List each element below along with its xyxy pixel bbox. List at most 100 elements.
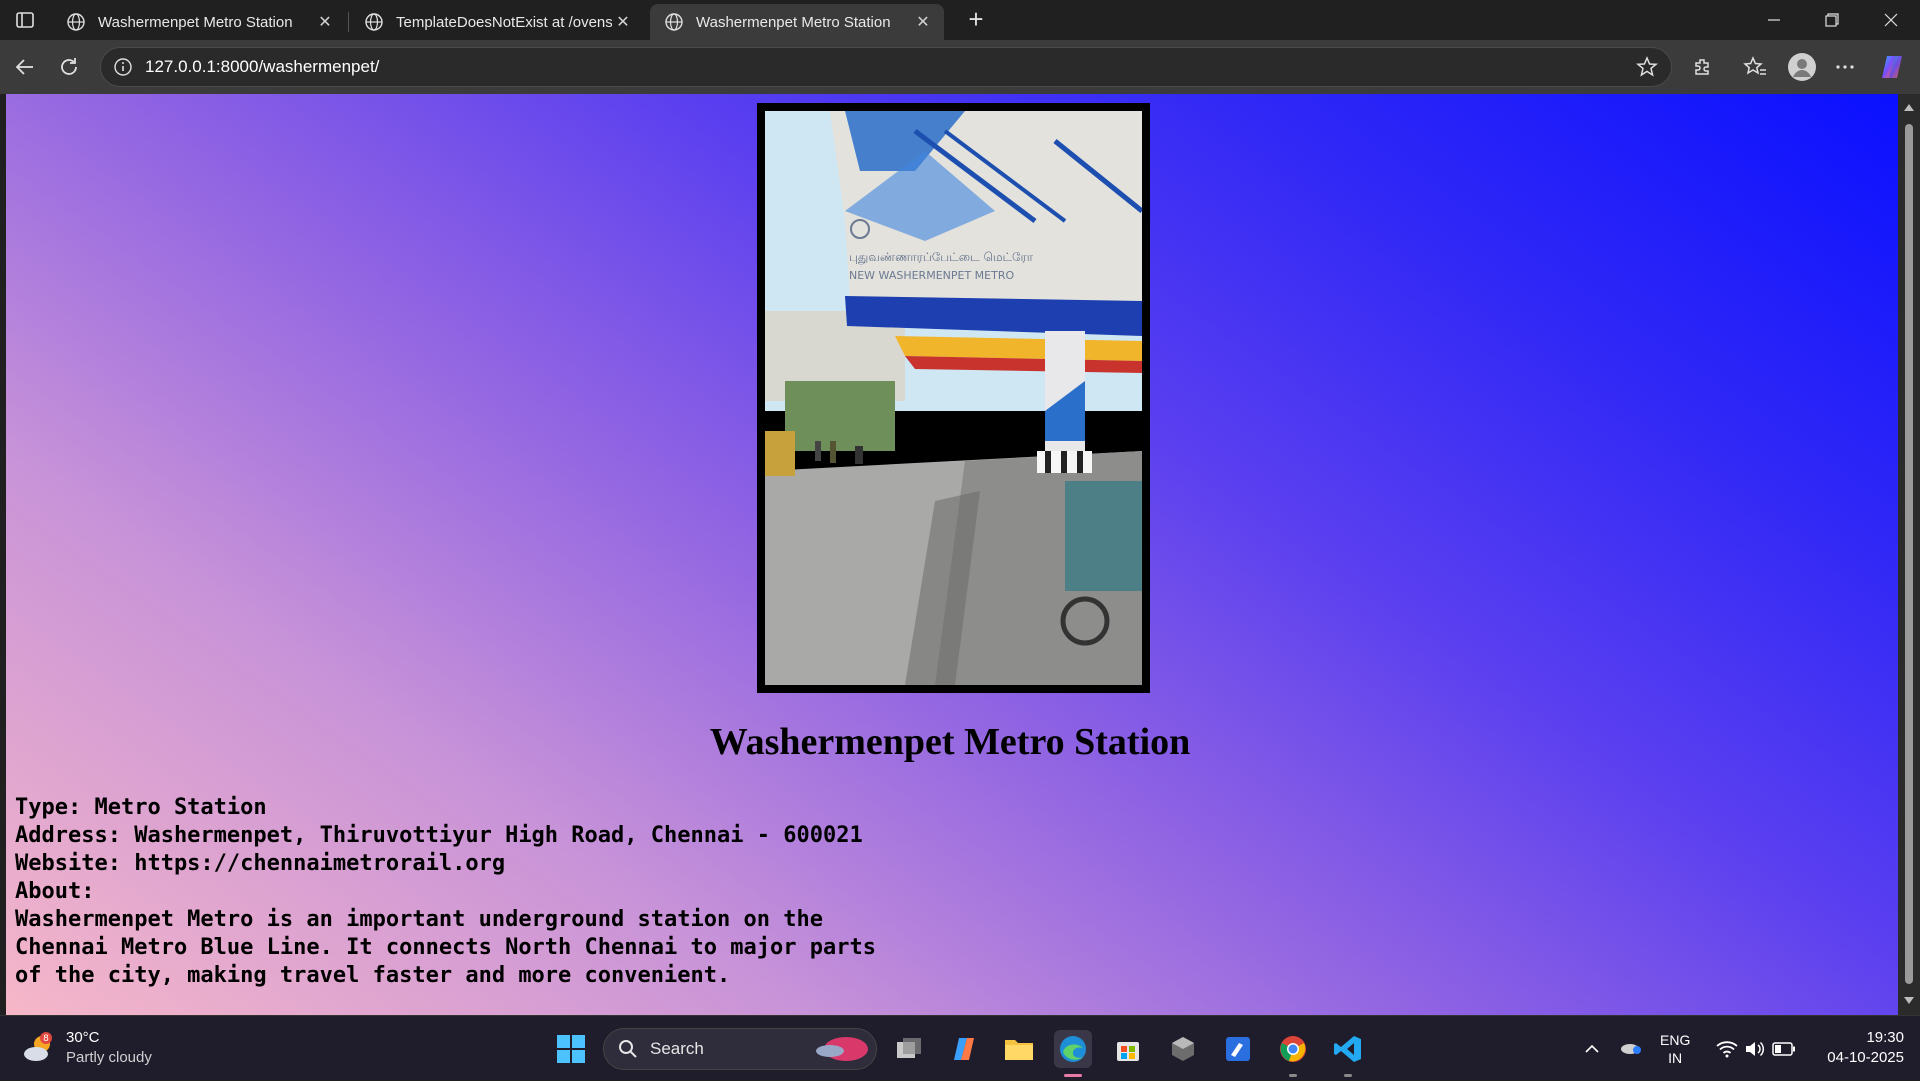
file-explorer-button[interactable] xyxy=(1000,1030,1038,1068)
station-sign-english: NEW WASHERMENPET METRO xyxy=(849,269,1014,282)
tab-separator xyxy=(348,12,349,32)
task-view-icon xyxy=(897,1038,921,1058)
close-icon[interactable]: ✕ xyxy=(612,11,634,33)
weather-temp: 30°C xyxy=(66,1029,100,1046)
extensions-button[interactable] xyxy=(1688,52,1718,82)
wifi-icon xyxy=(1716,1040,1738,1057)
globe-icon xyxy=(665,13,683,31)
favorites-button[interactable] xyxy=(1740,52,1770,82)
quick-settings[interactable] xyxy=(1716,1016,1796,1081)
pen-app-icon xyxy=(1226,1037,1250,1061)
close-icon[interactable]: ✕ xyxy=(912,11,934,33)
star-icon[interactable] xyxy=(1635,55,1659,79)
weather-widget[interactable]: 8 30°C Partly cloudy xyxy=(22,1028,152,1068)
app-icon xyxy=(1172,1037,1194,1061)
clock[interactable]: 19:30 04-10-2025 xyxy=(1810,1028,1904,1068)
edge-icon xyxy=(1060,1036,1086,1062)
cloud-icon[interactable] xyxy=(1620,1039,1642,1058)
back-icon xyxy=(15,59,33,75)
scroll-thumb[interactable] xyxy=(1905,124,1913,984)
scroll-up-icon[interactable] xyxy=(1903,102,1915,114)
task-view-button[interactable] xyxy=(890,1030,928,1068)
tab-strip: Washermenpet Metro Station ✕ TemplateDoe… xyxy=(0,0,1920,40)
search-highlight-icon xyxy=(816,1037,868,1061)
weather-badge: 8 xyxy=(43,1034,49,1044)
chrome-running-indicator xyxy=(1289,1074,1297,1077)
vscode-icon xyxy=(1334,1036,1361,1062)
generic-app-button[interactable] xyxy=(1164,1030,1202,1068)
restore-button[interactable] xyxy=(1803,0,1861,40)
weather-icon: 8 xyxy=(24,1032,52,1061)
search-icon xyxy=(619,1040,637,1058)
store-button[interactable] xyxy=(1109,1030,1147,1068)
file-explorer-icon xyxy=(1005,1040,1033,1060)
tab-washermenpet-1[interactable]: Washermenpet Metro Station ✕ xyxy=(52,4,346,40)
system-tray xyxy=(1580,1016,1642,1081)
back-button[interactable] xyxy=(10,52,40,82)
store-icon xyxy=(1117,1042,1139,1061)
address-line: Address: Washermenpet, Thiruvottiyur Hig… xyxy=(15,823,863,848)
minimize-button[interactable] xyxy=(1745,0,1803,40)
edge-active-indicator xyxy=(1064,1074,1082,1077)
vscode-running-indicator xyxy=(1344,1074,1352,1077)
pen-app-button[interactable] xyxy=(1219,1030,1257,1068)
more-icon xyxy=(1836,65,1854,69)
page-scrollbar[interactable] xyxy=(1898,94,1920,1015)
tab-actions-icon[interactable] xyxy=(10,8,40,32)
station-photo-frame: புதுவண்ணாரப்பேட்டை மெட்ரோ NEW WASHERMENP… xyxy=(757,103,1150,693)
reload-button[interactable] xyxy=(54,52,84,82)
windows-start-icon xyxy=(557,1035,585,1063)
start-button[interactable] xyxy=(556,1034,586,1064)
taskbar: 8 30°C Partly cloudy Search ENG IN 19:30… xyxy=(0,1015,1920,1080)
tab-title: Washermenpet Metro Station xyxy=(98,13,293,31)
globe-icon xyxy=(365,13,383,31)
edge-button[interactable] xyxy=(1054,1030,1092,1068)
page-title: Washermenpet Metro Station xyxy=(709,721,1191,763)
lang-top: ENG xyxy=(1660,1031,1691,1048)
clock-time: 19:30 xyxy=(1866,1029,1904,1046)
scroll-down-icon[interactable] xyxy=(1903,994,1915,1006)
lang-bottom: IN xyxy=(1668,1049,1683,1066)
website-line: Website: https://chennaimetrorail.org xyxy=(15,851,506,876)
station-sign-tamil: புதுவண்ணாரப்பேட்டை மெட்ரோ xyxy=(849,250,1034,265)
language-indicator[interactable]: ENG IN xyxy=(1660,1016,1690,1081)
weather-condition: Partly cloudy xyxy=(66,1049,152,1066)
address-text[interactable]: 127.0.0.1:8000/washermenpet/ xyxy=(145,57,1635,77)
profile-button[interactable] xyxy=(1785,50,1819,84)
search-label: Search xyxy=(650,1039,704,1058)
reload-icon xyxy=(61,58,77,75)
station-photo-image: புதுவண்ணாரப்பேட்டை மெட்ரோ NEW WASHERMENP… xyxy=(765,111,1142,685)
info-icon[interactable] xyxy=(113,57,133,77)
battery-icon xyxy=(1772,1041,1795,1056)
globe-icon xyxy=(67,13,85,31)
page-viewport: புதுவண்ணாரப்பேட்டை மெட்ரோ NEW WASHERMENP… xyxy=(6,94,1898,1015)
favorites-icon xyxy=(1743,56,1766,75)
tab-washermenpet-active[interactable]: Washermenpet Metro Station ✕ xyxy=(650,4,944,40)
copilot-button[interactable] xyxy=(1877,52,1907,82)
profile-icon xyxy=(1788,53,1816,81)
close-window-button[interactable] xyxy=(1862,0,1920,40)
about-text: Washermenpet Metro is an important under… xyxy=(15,907,876,988)
station-photo: புதுவண்ணாரப்பேட்டை மெட்ரோ NEW WASHERMENP… xyxy=(765,111,1142,685)
vscode-button[interactable] xyxy=(1329,1030,1367,1068)
tab-template-error[interactable]: TemplateDoesNotExist at /ovenstation/ ✕ xyxy=(350,4,644,40)
tab-title: TemplateDoesNotExist at /ovenstation/ xyxy=(396,13,612,31)
clock-date: 04-10-2025 xyxy=(1827,1049,1904,1066)
new-tab-button[interactable]: + xyxy=(962,6,990,34)
more-button[interactable] xyxy=(1830,52,1860,82)
browser-toolbar: 127.0.0.1:8000/washermenpet/ xyxy=(0,40,1920,94)
station-details: Type: Metro Station Address: Washermenpe… xyxy=(15,794,915,990)
taskbar-search[interactable]: Search xyxy=(603,1028,877,1070)
type-line: Type: Metro Station xyxy=(15,795,267,820)
copilot-app-icon xyxy=(954,1038,974,1060)
chevron-up-icon[interactable] xyxy=(1580,1041,1604,1057)
tab-title: Washermenpet Metro Station xyxy=(696,13,891,31)
address-bar[interactable]: 127.0.0.1:8000/washermenpet/ xyxy=(100,47,1672,87)
copilot-icon xyxy=(1882,56,1902,78)
about-label: About: xyxy=(15,879,95,904)
chrome-button[interactable] xyxy=(1274,1030,1312,1068)
extensions-icon xyxy=(1695,59,1709,75)
copilot-app-button[interactable] xyxy=(945,1030,983,1068)
close-icon[interactable]: ✕ xyxy=(314,11,336,33)
chrome-icon xyxy=(1280,1036,1306,1062)
